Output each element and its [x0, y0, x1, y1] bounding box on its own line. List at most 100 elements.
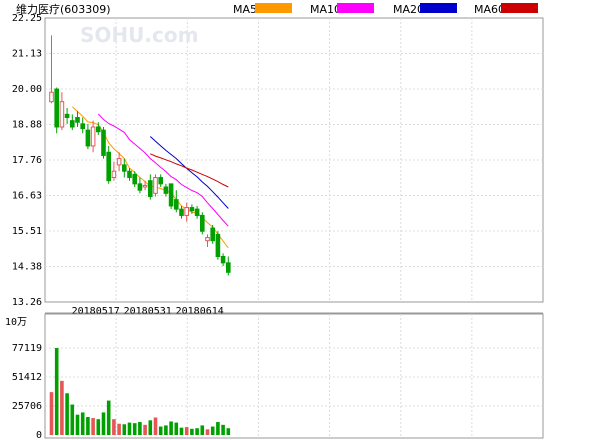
candle-body [70, 120, 75, 128]
candle-body [59, 101, 65, 128]
volume-bar [122, 424, 127, 435]
volume-bar [158, 426, 163, 435]
ma10-line [97, 113, 229, 227]
price-tick-label: 18.88 [12, 120, 42, 131]
volume-tick-label: 25706 [12, 401, 42, 412]
watermark: SOHU.com [80, 23, 198, 47]
volume-bar [205, 429, 210, 435]
candle-body [54, 88, 60, 128]
volume-tick-label: 51412 [12, 372, 42, 383]
candle-body [200, 214, 205, 232]
volume-bar [216, 422, 220, 435]
legend-swatch-ma5 [255, 3, 292, 13]
volume-bar [221, 424, 225, 435]
candle-body [163, 186, 169, 194]
volume-bar [148, 420, 153, 435]
volume-bar [101, 412, 106, 435]
volume-bar [143, 424, 147, 435]
volume-bar [174, 422, 179, 435]
date-tick-label: 20180517 [72, 306, 120, 317]
volume-frame [44, 313, 544, 439]
stock-chart: 维力医疗(603309) MA5 MA10 MA20 MA60 SOHU.com 22… [5, 2, 544, 440]
candle-body [179, 208, 184, 216]
candle-body [96, 126, 101, 133]
candle-body [85, 129, 91, 147]
volume-bar [132, 423, 137, 435]
volume-bar [80, 412, 85, 435]
volume-grid [44, 313, 544, 439]
price-axis: 22.25 21.13 20.00 18.88 17.76 16.63 15.51 14.38… [12, 13, 42, 308]
volume-bar [138, 422, 142, 435]
candle-body [194, 208, 200, 216]
volume-bar [75, 414, 80, 435]
candle-body [101, 129, 106, 156]
candle-body [153, 177, 158, 194]
candlesticks [49, 35, 231, 276]
candle-body [174, 199, 179, 210]
candle-body [168, 183, 174, 207]
candle-body [226, 262, 231, 273]
volume-unit: 10万 [5, 317, 27, 328]
candle-body [64, 113, 70, 119]
volume-bar [112, 419, 116, 435]
volume-bar [200, 425, 205, 435]
candle-body [142, 184, 148, 188]
price-tick-label: 14.38 [12, 262, 42, 273]
volume-bar [127, 422, 132, 435]
price-tick-label: 17.76 [12, 155, 42, 166]
volume-tick-label: 0 [36, 430, 42, 440]
candle-body [132, 173, 137, 185]
candle-body [127, 170, 132, 179]
candle-body [184, 207, 189, 216]
legend-label-ma60: MA60 [474, 3, 505, 16]
volume-bar [195, 428, 199, 435]
date-axis: 20180517 20180531 20180614 [45, 306, 543, 317]
legend-label-ma20: MA20 [393, 3, 424, 16]
legend-swatch-ma60 [501, 3, 538, 13]
candle-body [189, 207, 195, 212]
candle-body [215, 233, 221, 258]
candle-body [122, 164, 127, 172]
legend-swatch-ma10 [337, 3, 374, 13]
volume-tick-label: 77119 [12, 343, 42, 354]
legend-label-ma5: MA5 [233, 3, 257, 16]
ma20-line [149, 136, 229, 209]
volume-bar [54, 348, 59, 435]
volume-bar [190, 428, 194, 435]
candle-body [148, 180, 153, 197]
volume-bar [210, 426, 215, 435]
candle-body [116, 158, 122, 166]
candle-body [111, 170, 117, 179]
candle-body [75, 117, 80, 123]
volume-bar [91, 418, 95, 435]
volume-bar [106, 400, 111, 435]
date-tick-label: 20180531 [124, 306, 172, 317]
candle-body [80, 123, 86, 130]
volume-bar [70, 404, 75, 435]
candle-body [49, 91, 54, 103]
candle-body [158, 177, 163, 185]
candle-body [205, 237, 210, 242]
volume-bar [49, 392, 54, 435]
ma-legend: MA5 MA10 MA20 MA60 [233, 3, 538, 16]
price-tick-label: 21.13 [12, 49, 42, 60]
volume-bars [49, 348, 231, 435]
candle-body [90, 126, 96, 147]
volume-bar [86, 416, 90, 435]
volume-bar [164, 425, 168, 435]
volume-bar [96, 419, 101, 435]
volume-bar [184, 427, 189, 435]
price-tick-label: 22.25 [12, 13, 42, 24]
volume-bar [153, 417, 158, 435]
price-tick-label: 13.26 [12, 297, 42, 308]
date-tick-label: 20180614 [176, 306, 224, 317]
volume-bar [117, 423, 121, 435]
volume-bar [60, 380, 64, 435]
volume-bar [169, 421, 173, 435]
candle-body [106, 151, 112, 182]
volume-axis: 77119 51412 25706 0 [12, 343, 42, 440]
candle-body [137, 183, 143, 191]
volume-bar [226, 428, 231, 435]
price-tick-label: 15.51 [12, 226, 42, 237]
legend-swatch-ma20 [420, 3, 457, 13]
